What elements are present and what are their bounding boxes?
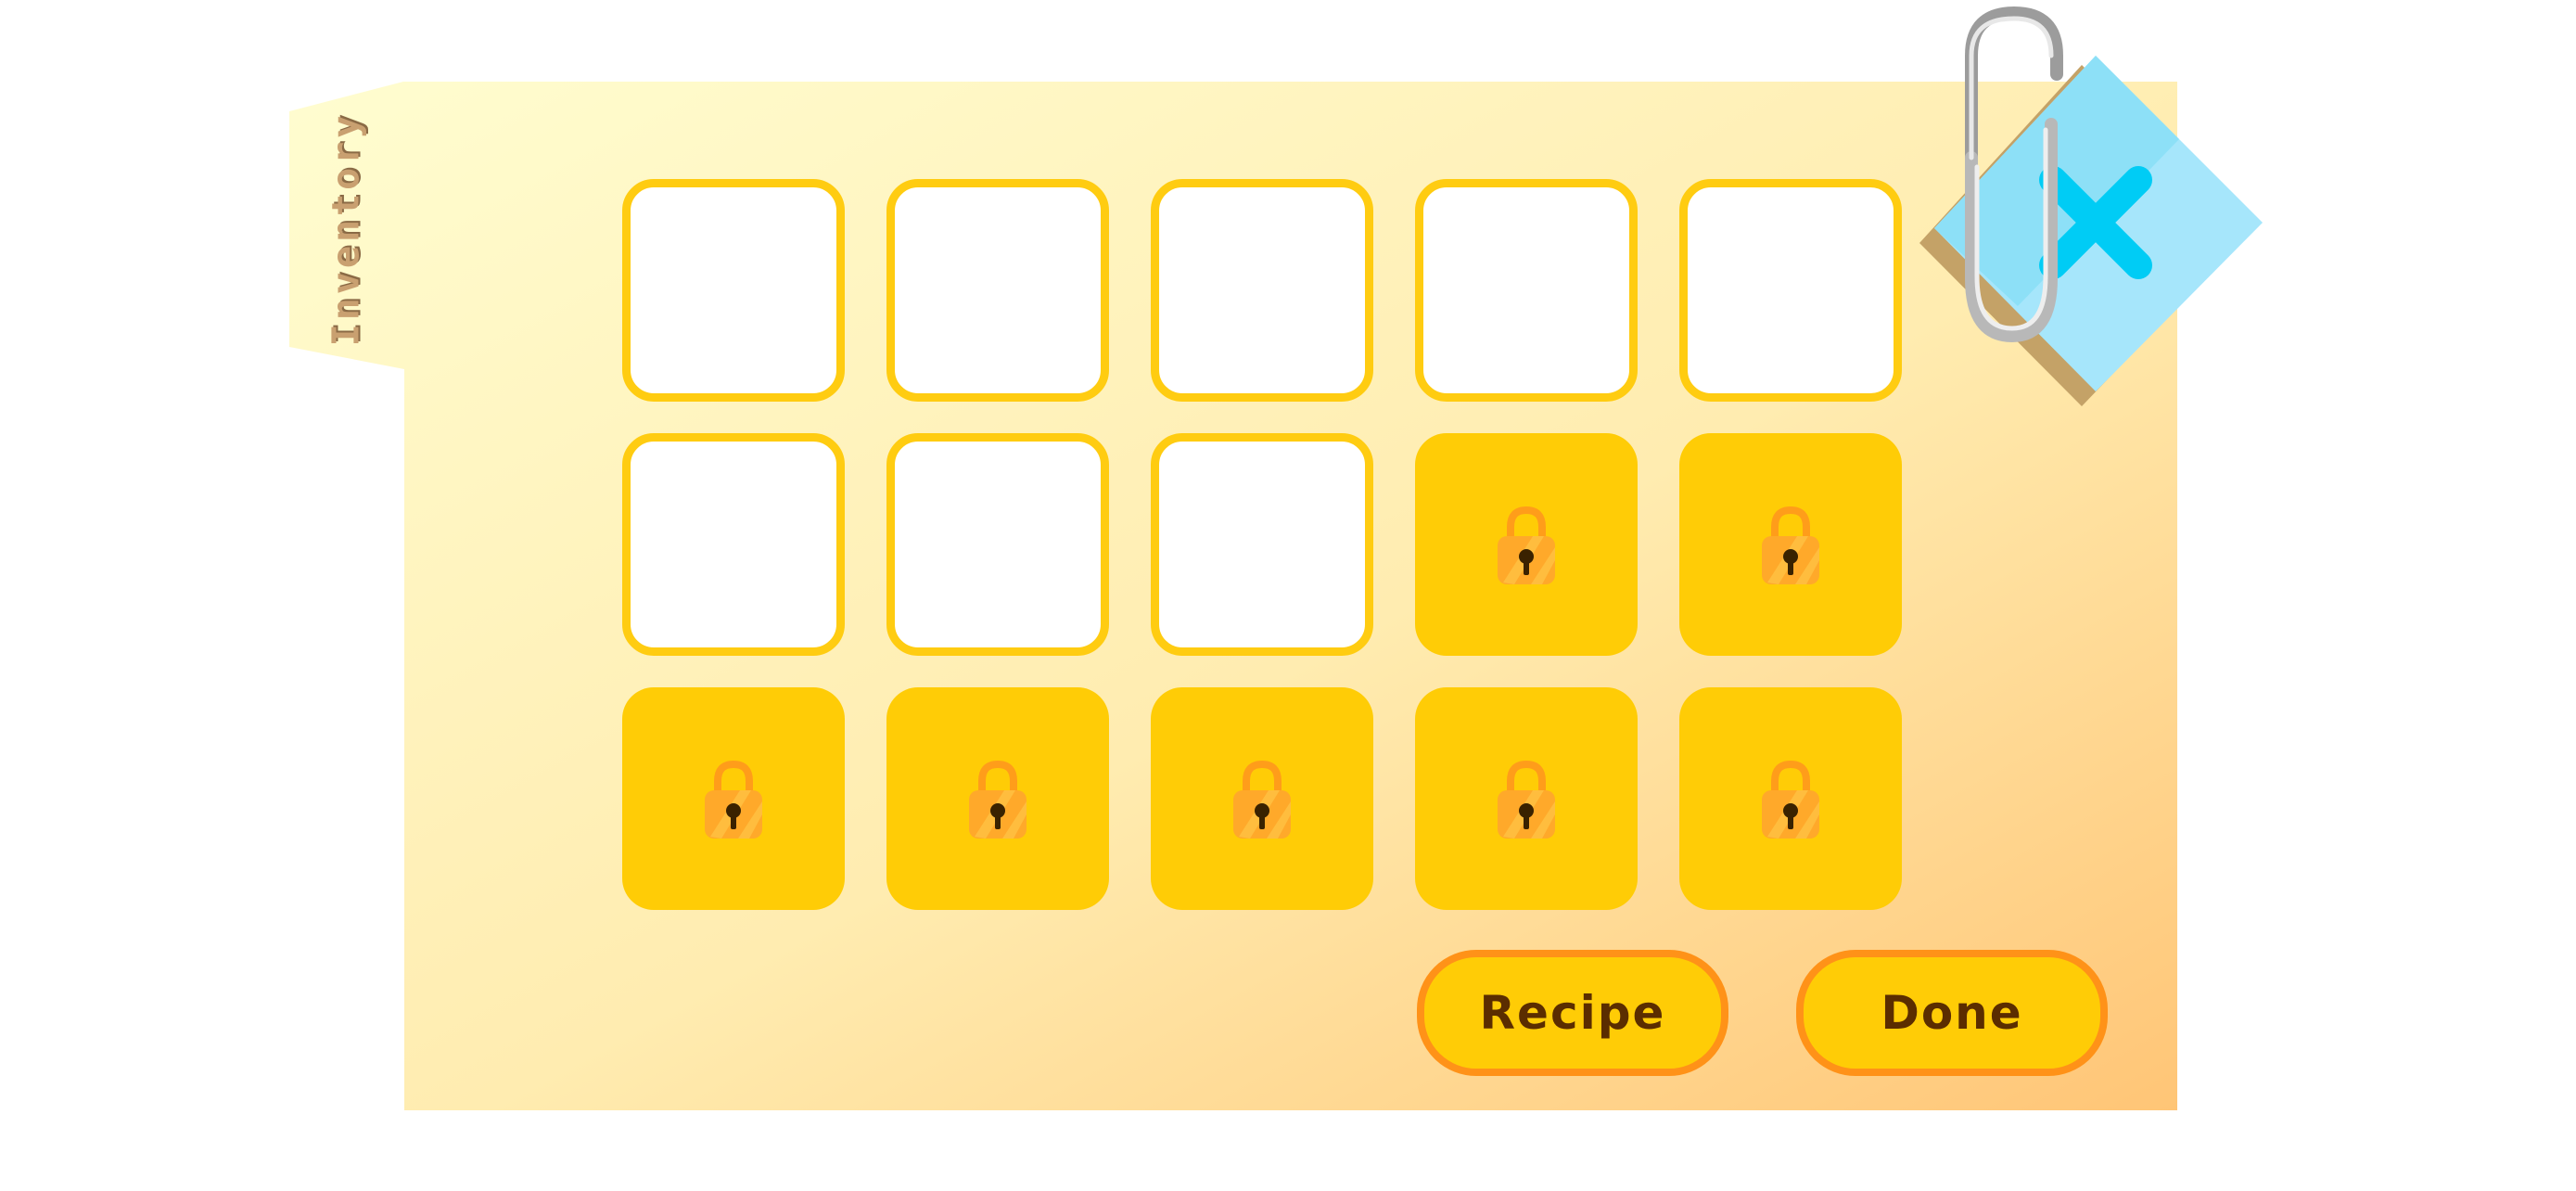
padlock-icon — [1498, 760, 1555, 839]
padlock-icon — [969, 760, 1027, 839]
padlock-icon — [1498, 506, 1555, 584]
inventory-title: Inventory — [325, 111, 367, 347]
inventory-slot-empty[interactable] — [886, 179, 1109, 402]
inventory-slot-locked[interactable] — [1151, 687, 1373, 910]
inventory-tab-label: Inventory — [318, 109, 374, 349]
padlock-icon — [1233, 760, 1291, 839]
inventory-slot-locked[interactable] — [1679, 433, 1902, 656]
inventory-slot-locked[interactable] — [1415, 687, 1638, 910]
inventory-slot-empty[interactable] — [1151, 179, 1373, 402]
done-button[interactable]: Done — [1796, 950, 2108, 1076]
recipe-button-label: Recipe — [1479, 986, 1666, 1040]
inventory-slot-empty[interactable] — [1415, 179, 1638, 402]
inventory-slot-empty[interactable] — [1151, 433, 1373, 656]
inventory-slot-empty[interactable] — [1679, 179, 1902, 402]
inventory-slot-empty[interactable] — [886, 433, 1109, 656]
padlock-icon — [1762, 760, 1819, 839]
inventory-slot-locked[interactable] — [1415, 433, 1638, 656]
recipe-button[interactable]: Recipe — [1417, 950, 1728, 1076]
close-button[interactable] — [1919, 0, 2290, 427]
inventory-slot-empty[interactable] — [622, 179, 845, 402]
inventory-slot-empty[interactable] — [622, 433, 845, 656]
padlock-icon — [705, 760, 762, 839]
inventory-slot-locked[interactable] — [886, 687, 1109, 910]
inventory-slot-locked[interactable] — [1679, 687, 1902, 910]
inventory-slot-locked[interactable] — [622, 687, 845, 910]
done-button-label: Done — [1881, 986, 2023, 1040]
padlock-icon — [1762, 506, 1819, 584]
